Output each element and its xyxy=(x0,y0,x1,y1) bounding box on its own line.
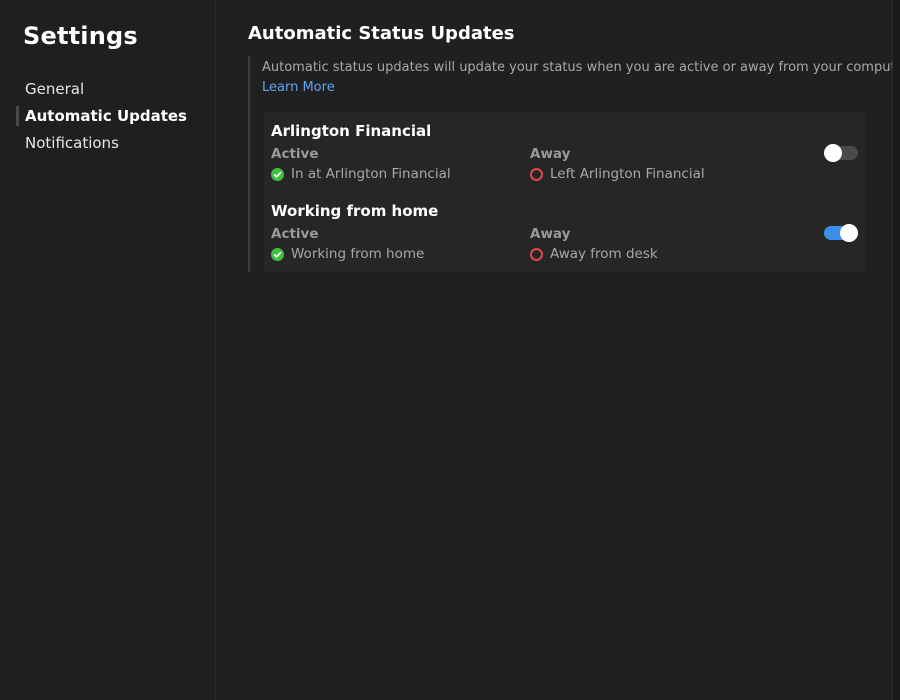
active-status: Working from home xyxy=(271,246,424,262)
main-panel: Automatic Status Updates Automatic statu… xyxy=(217,0,900,700)
learn-more-link[interactable]: Learn More xyxy=(262,78,335,98)
toggle-knob xyxy=(840,224,858,242)
rule-name: Arlington Financial xyxy=(271,122,432,140)
away-status-text: Away from desk xyxy=(550,246,658,262)
sidebar-item-notifications[interactable]: Notifications xyxy=(16,132,206,159)
away-circle-icon xyxy=(530,167,543,181)
description-text: Automatic status updates will update you… xyxy=(262,60,900,75)
away-label: Away xyxy=(530,226,571,242)
active-status-text: In at Arlington Financial xyxy=(291,166,451,182)
active-status-text: Working from home xyxy=(291,246,425,262)
away-label: Away xyxy=(530,146,571,162)
window-edge xyxy=(892,0,900,700)
active-label: Active xyxy=(271,146,319,162)
away-status: Left Arlington Financial xyxy=(530,166,705,182)
sidebar: Settings General Automatic Updates Notif… xyxy=(0,0,216,700)
status-rule-card: Working from home Active Away Working fr… xyxy=(264,192,865,272)
status-updates-section: Automatic status updates will update you… xyxy=(248,56,900,272)
away-status-text: Left Arlington Financial xyxy=(550,166,705,182)
status-rule-card: Arlington Financial Active Away In at Ar… xyxy=(264,112,865,192)
active-label: Active xyxy=(271,226,319,242)
page-title: Automatic Status Updates xyxy=(248,23,515,44)
sidebar-item-automatic-updates[interactable]: Automatic Updates xyxy=(16,105,206,132)
enable-toggle[interactable] xyxy=(824,144,858,162)
check-circle-icon xyxy=(271,167,284,181)
sidebar-title: Settings xyxy=(23,22,138,50)
sidebar-item-general[interactable]: General xyxy=(16,78,206,105)
active-status: In at Arlington Financial xyxy=(271,166,451,182)
check-circle-icon xyxy=(271,247,284,261)
sidebar-nav: General Automatic Updates Notifications xyxy=(16,78,206,159)
enable-toggle[interactable] xyxy=(824,224,858,242)
away-circle-icon xyxy=(530,247,543,261)
away-status: Away from desk xyxy=(530,246,658,262)
toggle-knob xyxy=(824,144,842,162)
settings-window: Settings General Automatic Updates Notif… xyxy=(0,0,900,700)
rule-name: Working from home xyxy=(271,202,439,220)
